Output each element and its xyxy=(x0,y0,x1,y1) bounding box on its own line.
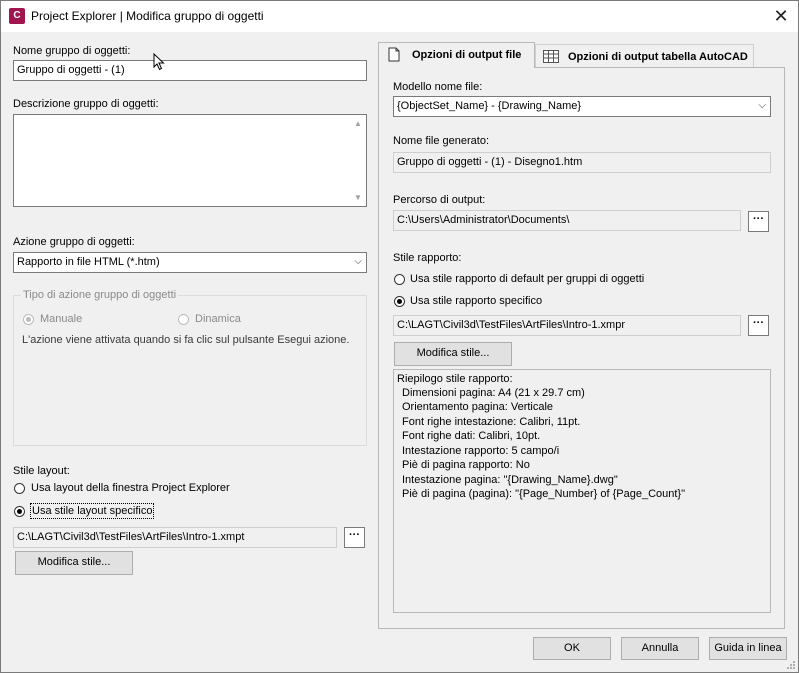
tab-file-output[interactable]: Opzioni di output file xyxy=(378,42,535,68)
report-default-radio[interactable] xyxy=(394,274,405,285)
resize-grip-icon[interactable] xyxy=(785,659,796,670)
report-path-field[interactable]: C:\LAGT\Civil3d\TestFiles\ArtFiles\Intro… xyxy=(393,315,741,336)
tab-file-output-label: Opzioni di output file xyxy=(412,49,522,61)
scroll-down-icon[interactable]: ▼ xyxy=(354,193,362,202)
manual-radio-label: Manuale xyxy=(40,313,83,325)
layout-window-radio[interactable] xyxy=(14,483,25,494)
filename-template-select[interactable]: {ObjectSet_Name} - {Drawing_Name} ⌵ xyxy=(393,96,771,117)
report-default-radio-label[interactable]: Usa stile rapporto di default per gruppi… xyxy=(410,273,644,285)
report-path-browse-button[interactable]: ··· xyxy=(748,315,769,336)
layout-path-field[interactable]: C:\LAGT\Civil3d\TestFiles\ArtFiles\Intro… xyxy=(13,527,337,548)
window-title: Project Explorer | Modifica gruppo di og… xyxy=(31,9,264,23)
scroll-up-icon[interactable]: ▲ xyxy=(354,119,362,128)
report-summary-box: Riepilogo stile rapporto: Dimensioni pag… xyxy=(393,369,771,613)
generated-filename-label: Nome file generato: xyxy=(393,135,489,147)
summary-line: Piè di pagina (pagina): "{Page_Number} o… xyxy=(402,488,686,500)
summary-line: Dimensioni pagina: A4 (21 x 29.7 cm) xyxy=(402,387,585,399)
report-modify-style-button[interactable]: Modifica stile... xyxy=(394,342,512,366)
summary-line: Font righe intestazione: Calibri, 11pt. xyxy=(402,416,581,428)
summary-line: Orientamento pagina: Verticale xyxy=(402,401,554,413)
close-icon[interactable]: ✕ xyxy=(770,5,792,27)
dialog-window: C Project Explorer | Modifica gruppo di … xyxy=(0,0,799,673)
mouse-cursor-icon xyxy=(153,53,165,71)
layout-window-radio-label[interactable]: Usa layout della finestra Project Explor… xyxy=(31,482,230,494)
layout-style-label: Stile layout: xyxy=(13,465,70,477)
layout-specific-radio[interactable] xyxy=(14,506,25,517)
action-type-note: L'azione viene attivata quando si fa cli… xyxy=(22,334,350,346)
output-path-field[interactable]: C:\Users\Administrator\Documents\ xyxy=(393,210,741,231)
name-label: Nome gruppo di oggetti: xyxy=(13,45,131,57)
filename-template-label: Modello nome file: xyxy=(393,81,483,93)
action-select-value: Rapporto in file HTML (*.htm) xyxy=(17,256,160,268)
title-bar: C Project Explorer | Modifica gruppo di … xyxy=(1,1,798,32)
summary-line: Piè di pagina rapporto: No xyxy=(402,459,530,471)
description-textarea[interactable]: ▲ ▼ xyxy=(13,114,367,207)
filename-template-value: {ObjectSet_Name} - {Drawing_Name} xyxy=(397,100,582,112)
tab-autocad-table-output[interactable]: Opzioni di output tabella AutoCAD xyxy=(535,44,754,68)
help-button[interactable]: Guida in linea xyxy=(709,637,787,660)
report-specific-radio-label[interactable]: Usa stile rapporto specifico xyxy=(410,295,542,307)
tab-autocad-table-output-label: Opzioni di output tabella AutoCAD xyxy=(568,51,748,63)
output-path-label: Percorso di output: xyxy=(393,194,486,206)
summary-line: Font righe dati: Calibri, 10pt. xyxy=(402,430,541,442)
output-path-browse-button[interactable]: ··· xyxy=(748,211,769,232)
name-input[interactable]: Gruppo di oggetti - (1) xyxy=(13,60,367,81)
summary-line: Intestazione pagina: "{Drawing_Name}.dwg… xyxy=(402,474,618,486)
dynamic-radio-label: Dinamica xyxy=(195,313,241,325)
manual-radio[interactable] xyxy=(23,314,34,325)
ok-button[interactable]: OK xyxy=(533,637,611,660)
summary-line: Intestazione rapporto: 5 campo/i xyxy=(402,445,560,457)
generated-filename-field: Gruppo di oggetti - (1) - Disegno1.htm xyxy=(393,152,771,173)
description-scrollbar[interactable]: ▲ ▼ xyxy=(350,115,366,206)
layout-modify-style-button[interactable]: Modifica stile... xyxy=(15,551,133,575)
action-type-group-title: Tipo di azione gruppo di oggetti xyxy=(21,289,179,301)
civil3d-app-icon: C xyxy=(9,8,25,24)
layout-browse-button[interactable]: ··· xyxy=(344,527,365,548)
chevron-down-icon: ⌵ xyxy=(758,100,766,111)
cancel-button[interactable]: Annulla xyxy=(621,637,699,660)
table-icon xyxy=(543,50,559,63)
report-style-label: Stile rapporto: xyxy=(393,252,462,264)
chevron-down-icon: ⌵ xyxy=(354,256,362,267)
layout-specific-radio-label[interactable]: Usa stile layout specifico xyxy=(30,503,155,519)
action-select[interactable]: Rapporto in file HTML (*.htm) ⌵ xyxy=(13,252,367,273)
document-icon xyxy=(388,47,400,62)
report-summary-title: Riepilogo stile rapporto: xyxy=(397,373,513,385)
report-specific-radio[interactable] xyxy=(394,296,405,307)
action-label: Azione gruppo di oggetti: xyxy=(13,236,135,248)
description-label: Descrizione gruppo di oggetti: xyxy=(13,98,159,110)
dynamic-radio[interactable] xyxy=(178,314,189,325)
